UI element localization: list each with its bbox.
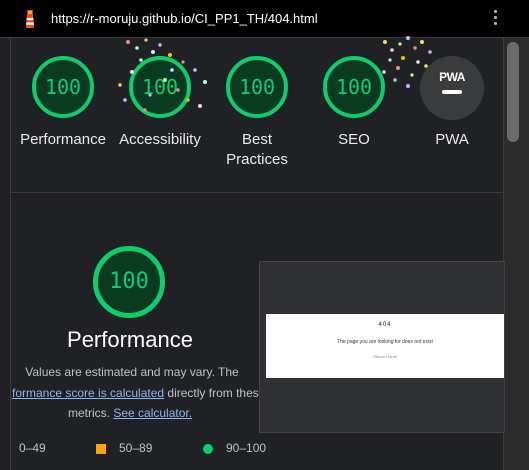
gauge-score: 100 [335,75,373,99]
page-url[interactable]: https://r-moruju.github.io/CI_PP1_TH/404… [51,11,318,26]
gauge-label-pwa[interactable]: PWA [406,130,498,150]
gauge-score: 100 [238,75,276,99]
pwa-dash-icon [442,90,462,94]
gauge-best-practices[interactable]: 100 [226,56,288,118]
description-text: directly from these [164,386,266,400]
gauge-label-accessibility[interactable]: Accessibility [111,130,209,150]
scrollbar-thumb[interactable] [507,42,519,142]
legend-average-range: 50–89 [119,441,153,455]
frame-border [10,38,11,470]
screenshot-link: Return Home [373,354,397,359]
description-text: metrics. [68,406,114,420]
pwa-badge-text: PWA [439,70,465,84]
section-divider [11,192,503,193]
address-bar: https://r-moruju.github.io/CI_PP1_TH/404… [0,0,529,38]
performance-score: 100 [109,269,149,294]
gauge-label-seo[interactable]: SEO [310,130,398,150]
score-calculated-link[interactable]: formance score is calculated [12,386,164,400]
gauge-score: 100 [141,75,179,99]
more-options-icon[interactable] [489,10,501,28]
performance-title: Performance [67,327,193,352]
gauge-accessibility[interactable]: 100 [129,56,191,118]
legend-average-icon [96,444,106,454]
gauge-seo[interactable]: 100 [323,56,385,118]
performance-description-line3: metrics. See calculator. [68,406,192,420]
gauge-label-performance[interactable]: Performance [14,130,112,150]
page-screenshot-thumbnail[interactable]: 404 The page you are looking for does no… [259,261,505,433]
legend-fail-range: 0–49 [19,441,46,455]
lighthouse-icon [26,10,34,28]
gauge-performance[interactable]: 100 [32,56,94,118]
gauge-label-best-practices[interactable]: Best Practices [217,130,297,170]
gauge-score: 100 [44,75,82,99]
performance-main-gauge: 100 [93,246,165,318]
performance-description-line1: Values are estimated and may vary. The [25,365,239,379]
screenshot-heading: 404 [378,322,392,328]
performance-description-line2: formance score is calculated directly fr… [12,386,272,400]
screenshot-page: 404 The page you are looking for does no… [266,314,504,378]
see-calculator-link[interactable]: See calculator. [113,406,192,420]
pwa-badge[interactable]: PWA [420,56,484,120]
legend-pass-range: 90–100 [226,441,267,455]
legend-pass-icon [203,444,213,454]
screenshot-message: The page you are looking for does not ex… [337,339,433,345]
